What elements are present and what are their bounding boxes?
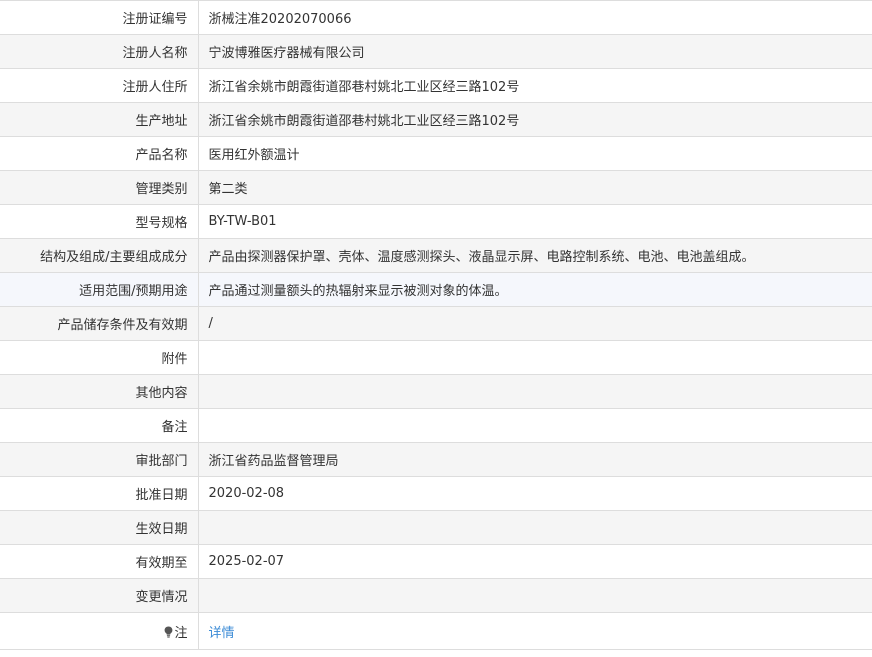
- row-value: 第二类: [198, 170, 872, 205]
- row-label: 注册证编号: [0, 0, 199, 35]
- row-value: BY-TW-B01: [198, 204, 872, 239]
- table-row: 有效期至 2025-02-07: [0, 544, 872, 579]
- row-label: 附件: [0, 340, 199, 375]
- row-value: 产品通过测量额头的热辐射来显示被测对象的体温。: [198, 272, 872, 307]
- row-value: [198, 408, 872, 443]
- table-row: 型号规格 BY-TW-B01: [0, 204, 872, 239]
- row-label: 变更情况: [0, 578, 199, 613]
- row-value: 浙江省余姚市朗霞街道邵巷村姚北工业区经三路102号: [198, 68, 872, 103]
- row-label: 有效期至: [0, 544, 199, 579]
- row-label: 其他内容: [0, 374, 199, 409]
- row-value: 浙江省药品监督管理局: [198, 442, 872, 477]
- table-row: 管理类别 第二类: [0, 170, 872, 205]
- row-label: 注册人名称: [0, 34, 199, 69]
- row-label: 管理类别: [0, 170, 199, 205]
- table-row: 变更情况: [0, 578, 872, 613]
- table-row: 产品储存条件及有效期 /: [0, 306, 872, 341]
- row-label: 结构及组成/主要组成成分: [0, 238, 199, 273]
- row-label: 批准日期: [0, 476, 199, 511]
- row-value: 2020-02-08: [198, 476, 872, 511]
- table-row: 审批部门 浙江省药品监督管理局: [0, 442, 872, 477]
- registration-detail-table: 注册证编号 浙械注准20202070066 注册人名称 宁波博雅医疗器械有限公司…: [0, 0, 872, 650]
- row-value: 浙江省余姚市朗霞街道邵巷村姚北工业区经三路102号: [198, 102, 872, 137]
- table-row: 产品名称 医用红外额温计: [0, 136, 872, 171]
- row-value: [198, 578, 872, 613]
- row-label: 产品名称: [0, 136, 199, 171]
- row-value: 医用红外额温计: [198, 136, 872, 171]
- table-row: 注册证编号 浙械注准20202070066: [0, 0, 872, 35]
- row-value: [198, 510, 872, 545]
- note-label: 注: [174, 625, 188, 641]
- note-label-cell: 注: [0, 612, 199, 650]
- row-value: 浙械注准20202070066: [198, 0, 872, 35]
- lightbulb-icon: [165, 626, 173, 638]
- row-value: 2025-02-07: [198, 544, 872, 579]
- table-row: 其他内容: [0, 374, 872, 409]
- table-row: 备注: [0, 408, 872, 443]
- row-value: [198, 340, 872, 375]
- table-row: 注册人住所 浙江省余姚市朗霞街道邵巷村姚北工业区经三路102号: [0, 68, 872, 103]
- row-label: 注册人住所: [0, 68, 199, 103]
- row-label: 产品储存条件及有效期: [0, 306, 199, 341]
- row-value: [198, 374, 872, 409]
- table-row: 结构及组成/主要组成成分 产品由探测器保护罩、壳体、温度感测探头、液晶显示屏、电…: [0, 238, 872, 273]
- table-row: 附件: [0, 340, 872, 375]
- note-row: 注 详情: [0, 612, 872, 650]
- row-label: 审批部门: [0, 442, 199, 477]
- row-label: 型号规格: [0, 204, 199, 239]
- table-row: 注册人名称 宁波博雅医疗器械有限公司: [0, 34, 872, 69]
- row-value: 产品由探测器保护罩、壳体、温度感测探头、液晶显示屏、电路控制系统、电池、电池盖组…: [198, 238, 872, 273]
- table-row: 批准日期 2020-02-08: [0, 476, 872, 511]
- table-row: 适用范围/预期用途 产品通过测量额头的热辐射来显示被测对象的体温。: [0, 272, 872, 307]
- row-label: 备注: [0, 408, 199, 443]
- table-row: 生产地址 浙江省余姚市朗霞街道邵巷村姚北工业区经三路102号: [0, 102, 872, 137]
- row-value: /: [198, 306, 872, 341]
- row-label: 适用范围/预期用途: [0, 272, 199, 307]
- note-value-cell: 详情: [198, 612, 872, 650]
- row-value: 宁波博雅医疗器械有限公司: [198, 34, 872, 69]
- details-link[interactable]: 详情: [209, 626, 235, 641]
- row-label: 生效日期: [0, 510, 199, 545]
- table-row: 生效日期: [0, 510, 872, 545]
- row-label: 生产地址: [0, 102, 199, 137]
